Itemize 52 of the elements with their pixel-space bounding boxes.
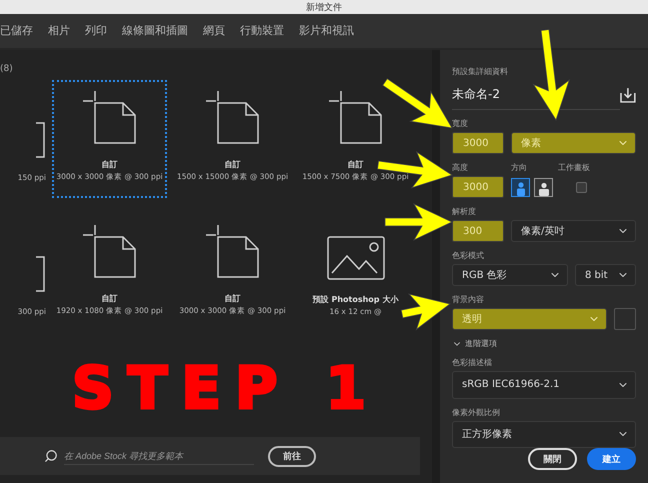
stock-search-field[interactable]: 在 Adobe Stock 尋找更多範本 (64, 448, 254, 464)
new-document-icon (82, 225, 136, 279)
field-label: 高度 (452, 162, 469, 173)
new-document-icon (206, 225, 260, 279)
field-label: 方向 (511, 162, 528, 173)
background-color-swatch[interactable] (614, 308, 636, 330)
category-tab[interactable]: 已儲存 (0, 18, 33, 44)
advanced-options-toggle[interactable]: 進階選項 (452, 338, 636, 349)
category-tab[interactable]: 列印 (85, 18, 107, 44)
color-mode-dropdown[interactable]: RGB 色彩 (452, 264, 568, 286)
unit-dropdown[interactable]: 像素/英吋 (511, 220, 636, 242)
category-tab[interactable]: 相片 (48, 18, 70, 44)
image-icon (326, 236, 384, 280)
field-label: 寬度 (452, 118, 469, 129)
create-button[interactable]: 建立 (587, 448, 636, 470)
new-document-icon (206, 91, 260, 145)
field-label: 像素外觀比例 (452, 406, 501, 418)
save-preset-icon[interactable] (620, 88, 636, 102)
field-label: 色彩模式 (452, 250, 485, 261)
preset-count: (8) (0, 64, 14, 74)
category-tab[interactable]: 網頁 (203, 18, 225, 44)
annotation-arrow (384, 203, 453, 241)
category-tab[interactable]: 線條圖和插圖 (122, 18, 188, 44)
category-tab[interactable]: 影片和視訊 (299, 18, 354, 44)
artboard-checkbox[interactable] (576, 182, 587, 192)
search-icon (44, 449, 58, 463)
close-button[interactable]: 關閉 (528, 448, 577, 470)
field-label: 預設集詳細資料 (452, 66, 509, 77)
step-annotation: STEP 1 (72, 354, 382, 422)
preset-name: 自訂 (102, 159, 118, 170)
bit-depth-dropdown[interactable]: 8 bit (575, 264, 636, 286)
field-label: 工作畫板 (558, 162, 590, 173)
pixel-aspect-dropdown[interactable]: 正方形像素 (452, 420, 636, 448)
preset-name: 自訂 (102, 293, 118, 304)
annotation-arrow (400, 293, 451, 330)
person-icon (516, 182, 526, 196)
preset-name: 自訂 (224, 293, 240, 304)
preset-name: 自訂 (348, 159, 364, 170)
portrait-button[interactable] (511, 178, 530, 196)
new-document-icon (328, 91, 382, 145)
go-button[interactable]: 前往 (268, 446, 316, 466)
annotation-arrow (382, 78, 453, 129)
preset-name: 自訂 (224, 159, 240, 170)
window-title: 新增文件 (306, 2, 342, 14)
category-tab[interactable]: 行動裝置 (240, 18, 284, 44)
color-profile-dropdown[interactable]: sRGB IEC61966-2.1 (452, 371, 636, 398)
field-label: 解析度 (452, 206, 477, 217)
field-label: 色彩描述檔 (452, 357, 493, 368)
preset-name: 預設 Photoshop 大小 (312, 294, 398, 305)
new-document-icon (82, 91, 136, 145)
landscape-button[interactable] (534, 178, 553, 196)
field-label: 背景內容 (452, 294, 485, 305)
